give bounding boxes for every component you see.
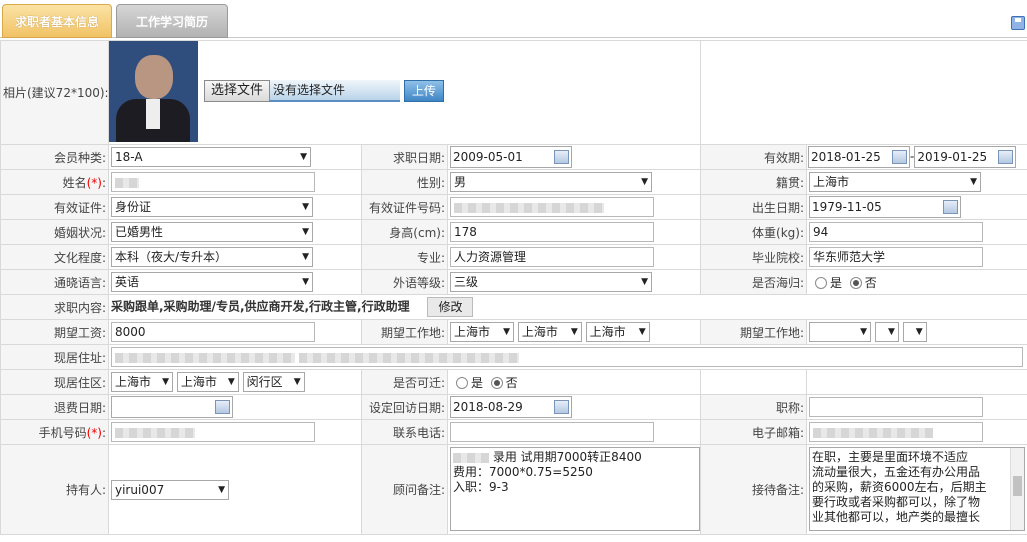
consultant-note-label: 顾问备注: [361,444,448,535]
job-content-label: 求职内容: [0,294,109,320]
language-select[interactable]: 英语 ▼ [111,272,313,292]
id-number-input[interactable] [450,197,654,217]
height-input[interactable]: 178 [450,222,654,242]
member-type-select[interactable]: 18-A ▼ [111,147,311,167]
mobile-input[interactable] [111,422,315,442]
marital-status-select[interactable]: 已婚男性 ▼ [111,222,313,242]
gender-select[interactable]: 男 ▼ [450,172,652,192]
expected-location-2-city[interactable]: ▼ [874,322,899,342]
native-place-label: 籍贯: [700,169,808,195]
overseas-yes-radio[interactable] [815,277,828,289]
email-input[interactable] [809,422,984,442]
refund-date-input[interactable] [111,396,233,418]
name-input[interactable] [111,172,315,192]
holder-select[interactable]: yirui007 ▼ [111,479,229,500]
tab-work-study-resume[interactable]: 工作学习简历 [116,4,228,38]
scrollbar[interactable] [1010,448,1025,530]
calendar-icon[interactable] [554,400,569,414]
native-place-select[interactable]: 上海市 ▼ [809,172,982,192]
overseas-returnee-label: 是否海归: [700,269,808,295]
birth-date-label: 出生日期: [700,194,808,220]
marital-status-label: 婚姻状况: [0,219,109,245]
current-area-city[interactable]: 上海市 ▼ [176,372,239,392]
height-label: 身高(cm): [361,219,448,245]
id-number-label: 有效证件号码: [361,194,448,220]
education-select[interactable]: 本科（夜大/专升本） ▼ [111,247,313,267]
id-type-select[interactable]: 身份证 ▼ [111,197,313,217]
email-label: 电子邮箱: [700,419,808,445]
tab-basic-info[interactable]: 求职者基本信息 [2,4,112,38]
consultant-note-textarea[interactable]: 录用 试用期7000转正8400 费用：7000*0.75=5250 入职：9-… [450,447,700,531]
expected-location-2-district[interactable]: ▼ [902,322,927,342]
expected-location-province[interactable]: 上海市 ▼ [450,322,514,342]
expected-location-district[interactable]: 上海市 ▼ [585,322,650,342]
save-icon[interactable] [1011,16,1025,30]
edit-job-content-button[interactable]: 修改 [427,297,474,317]
job-content-value: 采购跟单,采购助理/专员,供应商开发,行政主管,行政助理 [111,299,410,314]
contact-phone-label: 联系电话: [361,419,448,445]
language-level-select[interactable]: 三级 ▼ [450,272,652,292]
tab-bar: 求职者基本信息 工作学习简历 [0,0,1027,38]
name-label: 姓名(*): [0,169,109,195]
weight-input[interactable]: 94 [809,222,984,242]
relocatable-no-radio[interactable] [490,377,503,389]
relocatable-yes-radio[interactable] [456,377,468,389]
professional-title-input[interactable] [809,397,984,417]
candidate-form: 相片(建议72*100): 选择文件 没有选择文件 上传 会员种类: 18-A ▼ … [0,40,1027,535]
expected-location-city[interactable]: 上海市 ▼ [517,322,582,342]
holder-label: 持有人: [0,444,109,535]
current-address-label: 现居住址: [0,344,109,370]
language-level-label: 外语等级: [361,269,448,295]
major-input[interactable]: 人力资源管理 [450,247,654,267]
mobile-label: 手机号码(*): [0,419,109,445]
overseas-no-radio[interactable] [849,277,862,289]
calendar-icon[interactable] [215,400,230,414]
school-label: 毕业院校: [700,244,808,270]
expected-salary-label: 期望工资: [0,319,109,345]
school-input[interactable]: 华东师范大学 [809,247,984,267]
reception-note-textarea[interactable]: 在职，主要是里面环境不适应 流动量很大，五金还有办公用品 的采购，薪资6000左… [809,447,1026,531]
calendar-icon[interactable] [998,150,1014,164]
relocatable-label: 是否可迁: [361,369,448,395]
photo-label: 相片(建议72*100): [0,40,109,145]
id-type-label: 有效证件: [0,194,109,220]
current-area-district[interactable]: 闵行区 ▼ [242,372,305,392]
valid-to-input[interactable]: 2019-01-25 [914,146,1017,168]
education-label: 文化程度: [0,244,109,270]
calendar-icon[interactable] [554,150,569,164]
current-area-label: 现居住区: [0,369,109,395]
expected-location-label: 期望工作地: [361,319,448,345]
file-name-display: 没有选择文件 [270,80,401,102]
expected-location-2-province[interactable]: ▼ [809,322,872,342]
refund-date-label: 退费日期: [0,394,109,420]
current-address-input[interactable] [111,347,1023,367]
gender-label: 性别: [361,169,448,195]
birth-date-input[interactable]: 1979-11-05 [809,196,962,218]
apply-date-input[interactable]: 2009-05-01 [450,146,572,168]
revisit-date-input[interactable]: 2018-08-29 [450,396,572,418]
calendar-icon[interactable] [943,200,959,214]
reception-note-label: 接待备注: [700,444,808,535]
valid-period-label: 有效期: [700,144,808,170]
calendar-icon[interactable] [892,150,908,164]
upload-button[interactable]: 上传 [403,80,444,102]
expected-location-label-2: 期望工作地: [700,319,808,345]
professional-title-label: 职称: [700,394,808,420]
revisit-date-label: 设定回访日期: [361,394,448,420]
expected-salary-input[interactable]: 8000 [111,322,315,342]
contact-phone-input[interactable] [450,422,654,442]
weight-label: 体重(kg): [700,219,808,245]
choose-file-button[interactable]: 选择文件 [204,80,271,102]
member-type-label: 会员种类: [0,144,109,170]
language-label: 通晓语言: [0,269,109,295]
current-area-province[interactable]: 上海市 ▼ [111,372,173,392]
candidate-photo [109,41,198,142]
apply-date-label: 求职日期: [361,144,448,170]
valid-from-input[interactable]: 2018-01-25 [808,146,911,168]
major-label: 专业: [361,244,448,270]
